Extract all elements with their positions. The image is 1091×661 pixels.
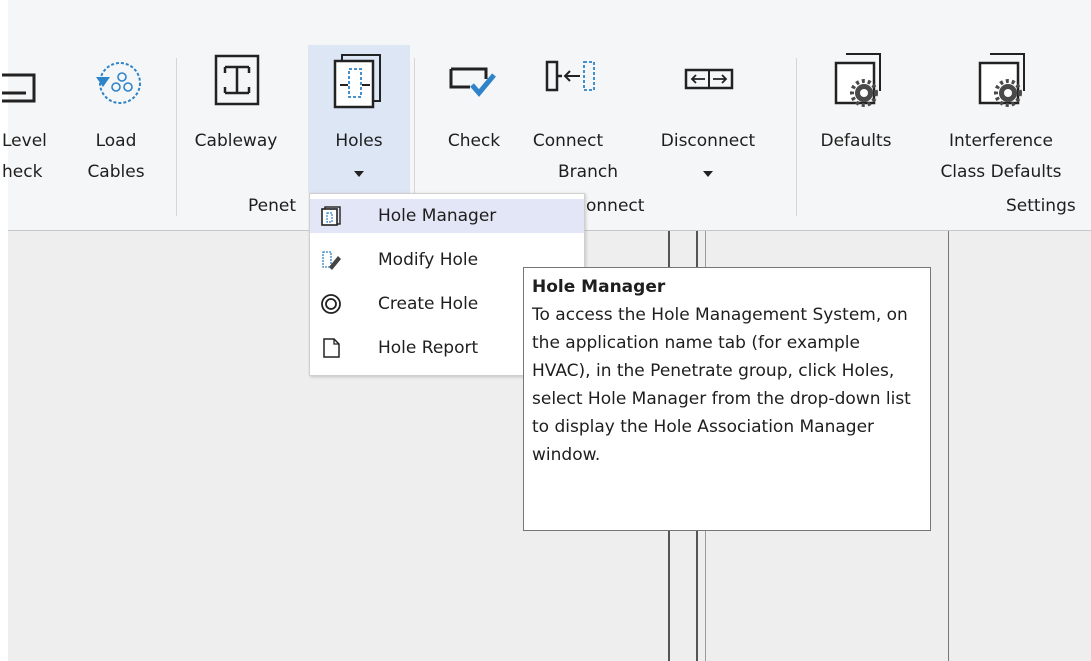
cableway-button[interactable]: Cableway <box>188 45 284 195</box>
interference-class-defaults-button[interactable]: Interference Class Defaults <box>926 45 1076 195</box>
holes-dropdown-arrow-icon[interactable] <box>354 171 364 177</box>
tooltip-title: Hole Manager <box>532 277 666 297</box>
group-separator <box>176 58 177 216</box>
menu-item-label: Hole Manager <box>378 206 497 226</box>
cableway-icon <box>214 54 260 106</box>
level-check-icon <box>2 73 36 103</box>
model-line <box>948 231 949 661</box>
check-icon <box>449 67 496 97</box>
defaults-gear-icon <box>834 53 881 107</box>
connect-branch-label-2: Branch <box>558 162 618 182</box>
disconnect-dropdown-arrow-icon[interactable] <box>703 171 713 177</box>
level-check-label-2: heck <box>2 162 43 182</box>
defaults-label: Defaults <box>820 131 892 151</box>
group-label-connect: onnect <box>586 196 645 216</box>
load-cables-button[interactable]: Load Cables <box>78 45 154 195</box>
holes-label: Holes <box>335 131 383 151</box>
tooltip-body: To access the Hole Management System, on… <box>532 305 911 465</box>
disconnect-icon <box>684 68 734 90</box>
hole-manager-tooltip: Hole Manager To access the Hole Manageme… <box>523 267 931 531</box>
menu-item-label: Modify Hole <box>378 250 479 270</box>
holes-icon <box>333 54 381 109</box>
group-label-penetrate: Penet <box>248 196 297 216</box>
level-check-button[interactable]: Level heck <box>0 45 62 195</box>
interference-gear-icon <box>978 53 1025 107</box>
load-cables-icon <box>96 62 141 104</box>
hole-report-icon <box>323 338 340 358</box>
load-cables-label-2: Cables <box>87 162 145 182</box>
check-button[interactable]: Check <box>434 45 514 195</box>
disconnect-label: Disconnect <box>660 131 756 151</box>
group-label-settings: Settings <box>1006 196 1076 216</box>
group-separator <box>414 58 415 208</box>
cableway-label: Cableway <box>194 131 278 151</box>
create-hole-icon <box>321 294 341 314</box>
modify-hole-icon <box>322 251 341 270</box>
disconnect-button[interactable]: Disconnect <box>646 45 770 195</box>
connect-branch-button[interactable]: Connect Branch <box>518 45 618 195</box>
level-check-label-1: Level <box>2 131 47 151</box>
connect-branch-icon <box>545 60 595 92</box>
connect-branch-label-1: Connect <box>532 131 604 151</box>
hole-manager-icon <box>321 206 341 226</box>
menu-item-label: Hole Report <box>378 338 479 358</box>
menu-item-label: Create Hole <box>378 294 479 314</box>
group-separator <box>796 58 797 216</box>
menu-item-hole-manager[interactable]: Hole Manager <box>310 199 584 233</box>
check-label: Check <box>447 131 501 151</box>
holes-button[interactable]: Holes <box>308 45 410 193</box>
defaults-button[interactable]: Defaults <box>808 45 904 195</box>
interference-label-2: Class Defaults <box>940 162 1062 182</box>
interference-label-1: Interference <box>948 131 1053 151</box>
load-cables-label-1: Load <box>95 131 137 151</box>
